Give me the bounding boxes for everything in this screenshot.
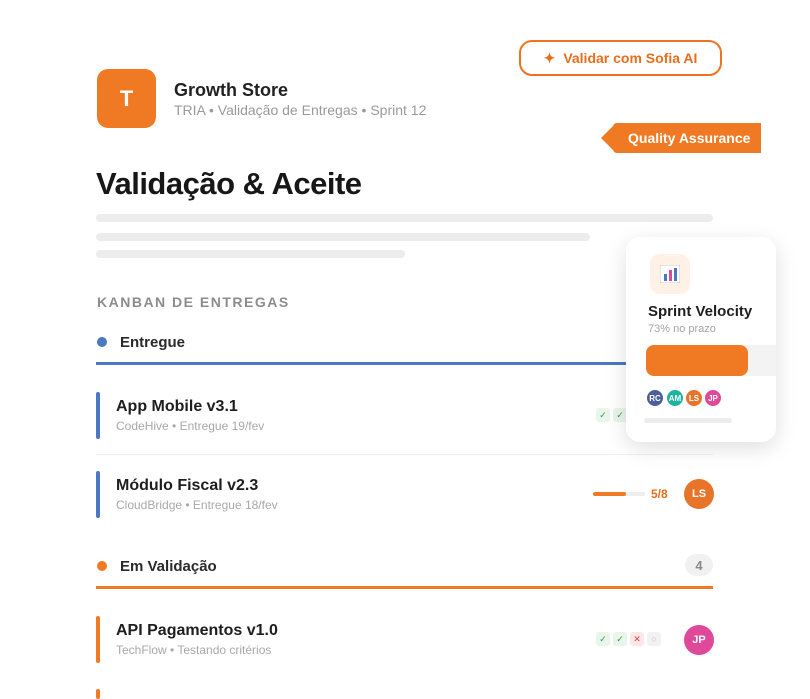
group-divider [96, 586, 713, 589]
group-title: Entregue [120, 333, 186, 351]
validate-with-ai-button[interactable]: ✦ Validar com Sofia AI [519, 40, 722, 76]
sparkle-icon: ✦ [543, 49, 556, 66]
placeholder-line [96, 233, 590, 241]
count-badge: 4 [685, 554, 713, 576]
card-title: Módulo Fiscal v2.3 [116, 477, 259, 494]
delivery-card-modulo-fiscal[interactable]: Módulo Fiscal v2.3 CloudBridge • Entregu… [96, 457, 714, 533]
card-subtitle: CloudBridge • Entregue 18/fev [116, 498, 278, 512]
status-bar [96, 392, 100, 439]
avatar[interactable]: RC [645, 388, 665, 408]
group-title: Em Validação [120, 557, 217, 575]
avatar[interactable]: LS [684, 388, 704, 408]
check-ok-icon: ✓ [613, 408, 627, 422]
avatar[interactable]: AM [665, 388, 685, 408]
avatar[interactable]: LS [684, 479, 714, 509]
velocity-progress-bar [646, 345, 776, 376]
quality-assurance-tag: Quality Assurance [601, 123, 761, 153]
status-dot [97, 337, 107, 347]
store-logo: T [97, 69, 156, 128]
status-bar [96, 616, 100, 663]
velocity-subtitle: 73% no prazo [648, 323, 716, 335]
check-ok-icon: ✓ [613, 632, 627, 646]
section-label: KANBAN DE ENTREGAS [97, 294, 290, 310]
avatar[interactable]: JP [684, 625, 714, 655]
progress-fill [593, 492, 626, 496]
progress-bar [593, 492, 645, 496]
page-title: Validação & Aceite [96, 166, 362, 201]
check-pending-icon: ○ [647, 632, 661, 646]
row-divider [96, 454, 713, 455]
card-subtitle: TechFlow • Testando critérios [116, 643, 272, 657]
criteria-checks: ✓ ✓ ✕ ○ [596, 632, 661, 646]
delivery-card-api-pagamentos[interactable]: API Pagamentos v1.0 TechFlow • Testando … [96, 603, 714, 679]
placeholder-line [96, 214, 713, 222]
breadcrumb: TRIA • Validação de Entregas • Sprint 12 [174, 102, 427, 118]
card-subtitle: CodeHive • Entregue 19/fev [116, 419, 265, 433]
placeholder-line [644, 418, 732, 423]
card-title: API Pagamentos v1.0 [116, 622, 278, 639]
card-title: App Mobile v3.1 [116, 398, 238, 415]
store-name: Growth Store [174, 80, 289, 100]
status-bar [96, 471, 100, 518]
group-header-em-validacao[interactable]: Em Validação 4 [97, 553, 713, 579]
store-logo-letter: T [119, 85, 134, 111]
placeholder-line [96, 250, 405, 258]
quality-assurance-label: Quality Assurance [628, 130, 751, 146]
sprint-velocity-card[interactable]: Sprint Velocity 73% no prazo RC AM LS JP [626, 237, 776, 442]
check-ok-icon: ✓ [596, 632, 610, 646]
validate-with-ai-label: Validar com Sofia AI [563, 50, 698, 66]
bar-chart-icon [650, 254, 690, 294]
velocity-progress-fill [646, 345, 749, 376]
group-header-entregue[interactable]: Entregue [97, 329, 713, 355]
status-dot [97, 561, 107, 571]
criteria-checks: ✓ ✓ [596, 408, 627, 422]
delivery-card-app-mobile[interactable]: App Mobile v3.1 CodeHive • Entregue 19/f… [96, 379, 713, 455]
check-ok-icon: ✓ [596, 408, 610, 422]
avatar[interactable]: JP [703, 388, 723, 408]
velocity-title: Sprint Velocity [648, 303, 753, 320]
group-divider [96, 362, 713, 365]
check-fail-icon: ✕ [630, 632, 644, 646]
progress-label: 5/8 [651, 487, 668, 501]
status-bar [96, 689, 100, 699]
